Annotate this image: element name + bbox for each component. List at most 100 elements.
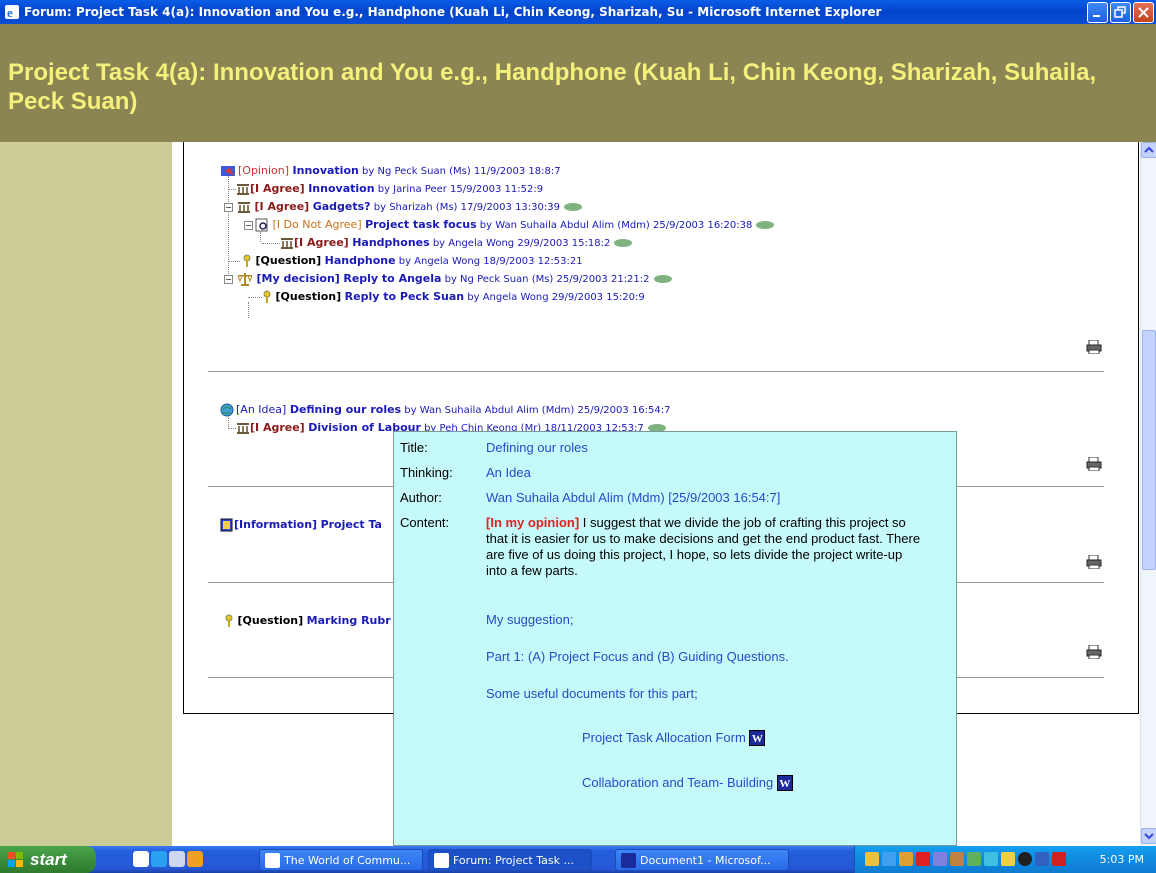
minimize-icon — [1093, 15, 1100, 17]
question-key-icon — [243, 254, 251, 267]
word-document-icon: W — [749, 730, 766, 746]
tray-icon[interactable] — [1001, 852, 1015, 866]
post-row[interactable]: [Question] Reply to Peck Suan by Angela … — [248, 290, 645, 305]
taskbar-item[interactable]: Document1 - Microsof... — [615, 849, 789, 871]
post-row[interactable]: [Information] Project Ta — [220, 518, 382, 532]
ie-icon — [265, 853, 280, 868]
scales-decision-icon — [237, 273, 253, 286]
leaf-icon — [614, 239, 633, 247]
scroll-thumb[interactable] — [1142, 330, 1156, 570]
tree-line — [260, 232, 261, 242]
vertical-scrollbar[interactable] — [1140, 142, 1156, 846]
agree-pillar-icon — [238, 202, 250, 213]
tray-icon[interactable] — [950, 852, 964, 866]
post-row[interactable]: − [I Agree] Gadgets? by Sharizah (Ms) 17… — [224, 200, 582, 215]
post-row[interactable]: [Question] Handphone by Angela Wong 18/9… — [228, 254, 583, 269]
tree-branch — [228, 261, 240, 262]
minimize-button[interactable] — [1087, 2, 1108, 23]
thread-separator — [208, 371, 1104, 372]
forum-header: Project Task 4(a): Innovation and You e.… — [0, 24, 1156, 142]
tray-icon[interactable] — [1035, 852, 1049, 866]
quicklaunch-desktop-icon[interactable] — [169, 851, 185, 867]
scroll-down-button[interactable] — [1141, 828, 1156, 844]
doc-link-1[interactable]: Project Task Allocation Form W — [582, 730, 766, 746]
close-button[interactable] — [1133, 2, 1154, 23]
question-key-icon — [263, 290, 271, 303]
taskbar: start The World of Commu... Forum: Proje… — [0, 846, 1156, 873]
post-row[interactable]: [Opinion] Innovation by Ng Peck Suan (Ms… — [220, 164, 561, 179]
globe-idea-icon — [220, 403, 234, 417]
tree-line — [248, 302, 249, 318]
popup-content: [In my opinion] I suggest that we divide… — [486, 515, 926, 579]
popup-thinking-value: An Idea — [486, 465, 531, 480]
popup-suggestion: My suggestion; — [486, 612, 574, 627]
opinion-tag: [In my opinion] — [486, 515, 580, 530]
close-icon — [1138, 7, 1149, 18]
doc-link-2[interactable]: Collaboration and Team- Building W — [582, 775, 793, 791]
ie-icon — [434, 853, 449, 868]
doc-link-2-label: Collaboration and Team- Building — [582, 775, 774, 790]
quicklaunch-ie-icon[interactable] — [151, 851, 167, 867]
post-row[interactable]: − [I Do Not Agree] Project task focus by… — [244, 218, 775, 233]
tray-icon[interactable] — [865, 852, 879, 866]
tree-branch — [228, 428, 236, 429]
post-row[interactable]: [I Agree] Innovation by Jarina Peer 15/9… — [228, 182, 543, 197]
printer-icon[interactable] — [1086, 555, 1102, 569]
tree-branch — [228, 189, 236, 190]
printer-icon[interactable] — [1086, 457, 1102, 471]
system-tray: 5:03 PM — [854, 846, 1156, 873]
printer-icon[interactable] — [1086, 340, 1102, 354]
tray-icon[interactable] — [882, 852, 896, 866]
tray-icon[interactable] — [1018, 852, 1032, 866]
leaf-icon — [653, 275, 672, 283]
collapse-toggle[interactable]: − — [224, 202, 233, 212]
tray-icon[interactable] — [933, 852, 947, 866]
taskbar-item-active[interactable]: Forum: Project Task ... — [428, 849, 592, 871]
post-preview-popup: Title: Defining our roles Thinking: An I… — [393, 431, 957, 846]
clock: 5:03 PM — [1099, 853, 1144, 866]
left-sidebar — [0, 142, 172, 846]
opinion-icon — [221, 166, 235, 176]
tray-icon[interactable] — [916, 852, 930, 866]
collapse-toggle[interactable]: − — [244, 220, 253, 230]
post-row[interactable]: − [My decision] Reply to Angela by Ng Pe… — [224, 272, 672, 287]
tray-icon[interactable] — [967, 852, 981, 866]
chevron-up-icon — [1144, 146, 1154, 153]
taskbar-item[interactable]: The World of Commu... — [259, 849, 423, 871]
popup-author-value: Wan Suhaila Abdul Alim (Mdm) [25/9/2003 … — [486, 490, 781, 505]
start-button[interactable]: start — [0, 846, 96, 873]
tree-branch — [262, 243, 280, 244]
collapse-toggle[interactable]: − — [224, 274, 233, 284]
windows-flag-icon — [8, 852, 23, 867]
printer-icon[interactable] — [1086, 645, 1102, 659]
popup-title-value: Defining our roles — [486, 440, 588, 455]
window-title-bar[interactable]: e Forum: Project Task 4(a): Innovation a… — [0, 0, 1156, 24]
popup-thinking-label: Thinking: — [400, 465, 453, 480]
restore-icon — [1114, 6, 1126, 18]
forum-heading: Project Task 4(a): Innovation and You e.… — [8, 59, 1097, 115]
agree-pillar-icon — [281, 238, 293, 249]
chevron-down-icon — [1144, 833, 1154, 840]
popup-content-label: Content: — [400, 515, 450, 530]
internet-explorer-icon: e — [5, 5, 19, 20]
word-icon — [621, 853, 636, 868]
magnifier-document-icon — [255, 218, 268, 232]
post-row[interactable]: [I Agree] Handphones by Angela Wong 29/9… — [262, 236, 633, 251]
agree-pillar-icon — [237, 423, 249, 434]
scroll-up-button[interactable] — [1141, 142, 1156, 158]
window-title: Forum: Project Task 4(a): Innovation and… — [24, 5, 882, 19]
post-row[interactable]: [An Idea] Defining our roles by Wan Suha… — [220, 403, 671, 418]
agree-pillar-icon — [237, 184, 249, 195]
popup-title-label: Title: — [400, 440, 428, 455]
tray-icon[interactable] — [1052, 852, 1066, 866]
word-document-icon: W — [776, 775, 793, 791]
tray-icon[interactable] — [984, 852, 998, 866]
quicklaunch-media-icon[interactable] — [187, 851, 203, 867]
post-row[interactable]: [Question] Marking Rubr — [224, 614, 391, 628]
popup-part1: Part 1: (A) Project Focus and (B) Guidin… — [486, 649, 789, 664]
tray-icon[interactable] — [899, 852, 913, 866]
doc-link-1-label: Project Task Allocation Form — [582, 730, 746, 745]
quicklaunch-icon[interactable] — [133, 851, 149, 867]
restore-button[interactable] — [1110, 2, 1131, 23]
tree-line — [228, 176, 229, 278]
